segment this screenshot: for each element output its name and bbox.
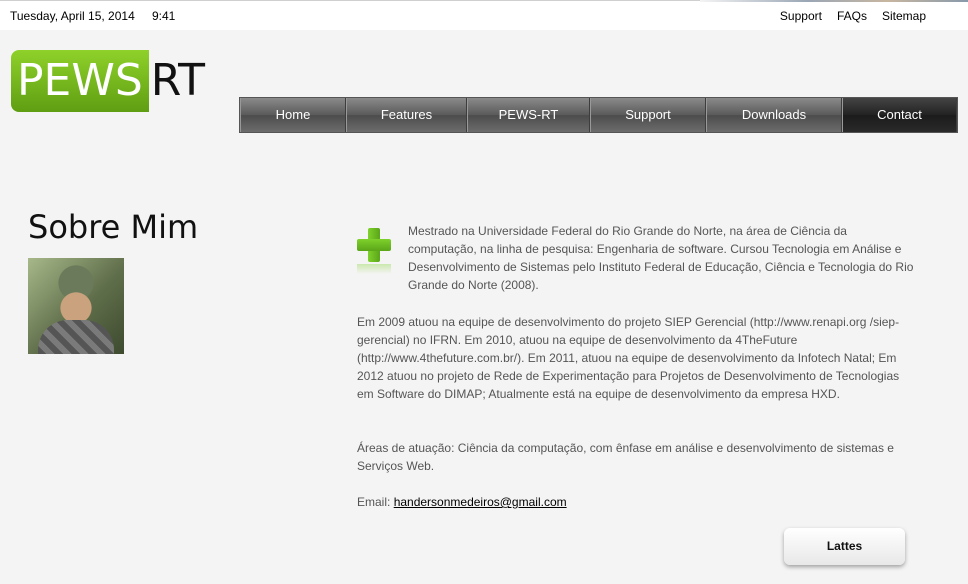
nav-item-contact[interactable]: Contact xyxy=(842,98,957,132)
nav-item-downloads[interactable]: Downloads xyxy=(706,98,842,132)
nav-item-features[interactable]: Features xyxy=(346,98,467,132)
profile-photo-shirt xyxy=(38,320,114,354)
profile-photo xyxy=(28,258,124,354)
email-link[interactable]: handersonmedeiros@gmail.com xyxy=(394,495,567,509)
email-label: Email: xyxy=(357,495,394,509)
current-date: Tuesday, April 15, 2014 xyxy=(10,9,135,23)
nav-item-pews-rt[interactable]: PEWS-RT xyxy=(467,98,590,132)
nav-item-home[interactable]: Home xyxy=(240,98,346,132)
lattes-button[interactable]: Lattes xyxy=(784,528,905,565)
site-logo[interactable]: PEWS RT xyxy=(11,50,205,112)
support-link[interactable]: Support xyxy=(780,9,822,23)
plus-icon xyxy=(357,228,391,274)
main-nav: Home Features PEWS-RT Support Downloads … xyxy=(239,97,958,133)
current-time: 9:41 xyxy=(152,9,176,23)
bio-experience: Em 2009 atuou na equipe de desenvolvimen… xyxy=(357,315,900,401)
bio-education: Mestrado na Universidade Federal do Rio … xyxy=(408,224,914,292)
faqs-link[interactable]: FAQs xyxy=(837,9,867,23)
bio-email: Email: handersonmedeiros@gmail.com xyxy=(357,493,917,511)
nav-item-support[interactable]: Support xyxy=(590,98,706,132)
logo-pews: PEWS xyxy=(11,50,149,112)
top-decor-strip xyxy=(700,0,968,2)
sitemap-link[interactable]: Sitemap xyxy=(882,9,926,23)
top-bar: Tuesday, April 15, 2014 9:41 Support FAQ… xyxy=(0,0,968,30)
page-title: Sobre Mim xyxy=(28,208,199,246)
bio-areas: Áreas de atuação: Ciência da computação,… xyxy=(357,441,894,473)
logo-rt: RT xyxy=(150,55,206,106)
top-links: Support FAQs Sitemap xyxy=(780,9,926,23)
